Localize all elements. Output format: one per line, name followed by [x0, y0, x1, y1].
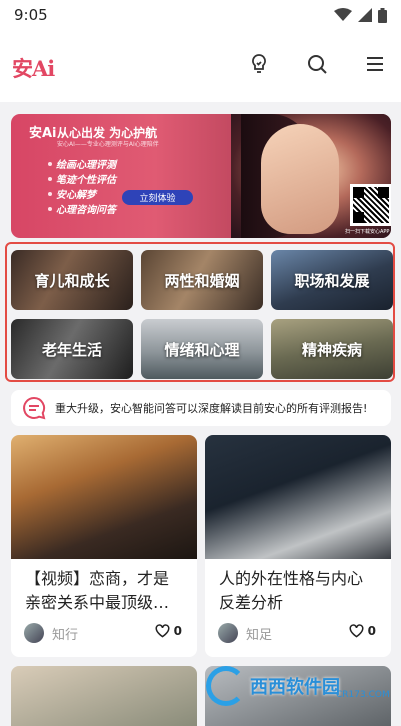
category-label: 情绪和心理 — [164, 340, 240, 359]
article-thumbnail — [205, 435, 391, 559]
wifi-icon — [334, 8, 352, 21]
category-elderly[interactable]: 老年生活 — [11, 319, 133, 379]
category-career[interactable]: 职场和发展 — [271, 250, 393, 310]
qr-code — [350, 184, 391, 226]
heart-icon — [155, 624, 170, 638]
category-label: 育儿和成长 — [34, 271, 110, 290]
article-title: 人的外在性格与内心反差分析 — [219, 569, 364, 612]
bulb-icon[interactable] — [247, 52, 271, 76]
signal-icon — [358, 8, 372, 22]
author-name: 知足 — [246, 627, 273, 643]
status-time: 9:05 — [14, 6, 48, 24]
category-label: 老年生活 — [41, 340, 102, 359]
category-parenting[interactable]: 育儿和成长 — [11, 250, 133, 310]
category-mental-illness[interactable]: 精神疾病 — [271, 319, 393, 379]
author-avatar — [24, 623, 44, 643]
search-icon[interactable] — [305, 52, 329, 76]
author-name: 知行 — [52, 627, 79, 643]
promo-banner[interactable]: 安Ai 从心出发 为心护航 安心AI——专业心理测评与AI心理陪伴 绘画心理评测… — [11, 114, 391, 238]
app-logo[interactable]: 安Ai — [12, 50, 62, 82]
logo-text: 安Ai — [12, 56, 55, 81]
banner-logo: 安Ai — [29, 126, 57, 141]
banner-photo-face — [261, 124, 339, 234]
banner-feature: 笔迹个性评估 — [48, 171, 116, 186]
article-title: 【视频】恋商，才是亲密关系中最顶级… — [25, 569, 170, 612]
banner-feature: 心理咨询问答 — [48, 201, 116, 216]
category-label: 两性和婚姻 — [164, 271, 240, 290]
app-header: 安Ai — [0, 30, 401, 102]
category-relationships[interactable]: 两性和婚姻 — [141, 250, 263, 310]
status-bar: 9:05 — [0, 0, 401, 30]
qr-caption: 扫一扫下载安心APP — [345, 229, 390, 235]
battery-icon — [378, 7, 387, 23]
watermark-logo-icon — [206, 666, 246, 706]
like-number: 0 — [367, 624, 376, 638]
category-label: 职场和发展 — [294, 271, 370, 290]
category-grid: 育儿和成长 两性和婚姻 职场和发展 老年生活 情绪和心理 精神疾病 — [5, 242, 395, 382]
heart-icon — [349, 624, 364, 638]
announcement-text: 重大升级，安心智能问答可以深度解读目前安心的所有评测报告! — [55, 402, 368, 415]
banner-feature-list: 绘画心理评测 笔迹个性评估 安心解梦 心理咨询问答 — [48, 156, 116, 216]
like-count[interactable]: 0 — [155, 624, 182, 638]
article-card[interactable]: 人的外在性格与内心反差分析 知足 0 — [205, 435, 391, 657]
watermark: 西西软件园 CR173.COM — [206, 666, 390, 706]
banner-subtitle: 安心AI——专业心理测评与AI心理陪伴 — [57, 141, 159, 148]
article-card-partial[interactable] — [11, 666, 197, 726]
category-emotions[interactable]: 情绪和心理 — [141, 319, 263, 379]
message-icon — [21, 395, 47, 421]
article-card[interactable]: 【视频】恋商，才是亲密关系中最顶级… 知行 0 — [11, 435, 197, 657]
try-now-button[interactable]: 立刻体验 — [122, 190, 193, 205]
author-avatar — [218, 623, 238, 643]
banner-feature: 绘画心理评测 — [48, 156, 116, 171]
article-thumbnail — [11, 435, 197, 559]
like-count[interactable]: 0 — [349, 624, 376, 638]
announcement-bar[interactable]: 重大升级，安心智能问答可以深度解读目前安心的所有评测报告! — [11, 390, 391, 426]
category-label: 精神疾病 — [301, 340, 362, 359]
banner-feature: 安心解梦 — [48, 186, 116, 201]
system-icons — [334, 7, 387, 23]
like-number: 0 — [173, 624, 182, 638]
menu-icon[interactable] — [363, 52, 387, 76]
watermark-site: CR173.COM — [336, 690, 390, 700]
watermark-brand: 西西软件园 — [250, 677, 340, 698]
